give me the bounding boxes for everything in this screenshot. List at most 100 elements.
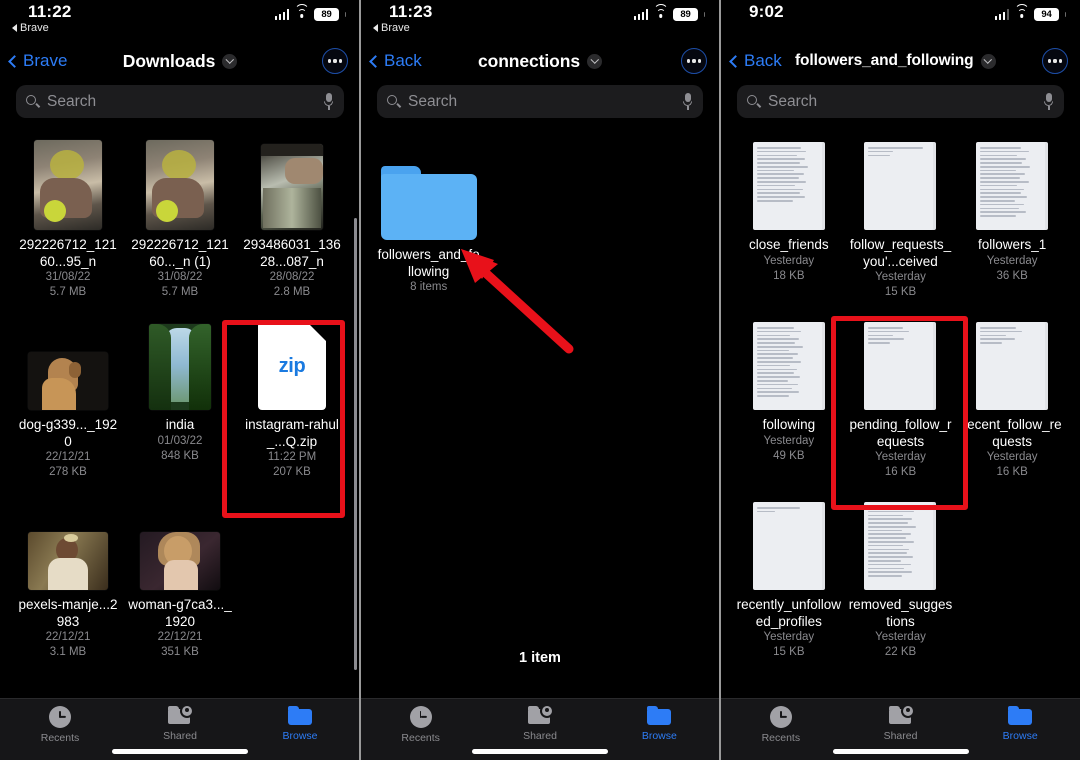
file-item[interactable]: india 01/03/22 848 KB (124, 308, 236, 488)
file-item[interactable]: 292226712_12160...95_n 31/08/22 5.7 MB (12, 128, 124, 308)
file-item[interactable]: recently_unfollowed_profiles Yesterday 1… (733, 488, 845, 668)
status-back-app[interactable]: Brave (12, 22, 49, 34)
battery-tip-icon (344, 12, 346, 17)
file-item-pending-follow-requests[interactable]: pending_follow_requests Yesterday 16 KB (845, 308, 957, 488)
search-icon (747, 95, 762, 108)
tab-label: Browse (641, 730, 677, 742)
file-item[interactable]: removed_suggestions Yesterday 22 KB (845, 488, 957, 668)
more-options-button[interactable] (322, 48, 348, 74)
file-size: 15 KB (773, 646, 805, 658)
search-bar[interactable]: Search (737, 85, 1064, 118)
file-size: 351 KB (161, 646, 199, 658)
nav-back-button[interactable]: Back (729, 51, 782, 71)
tab-browse[interactable]: Browse (240, 706, 360, 742)
file-thumbnail (28, 318, 108, 410)
tab-recents[interactable]: Recents (0, 706, 120, 744)
cellular-signal-icon (274, 9, 289, 20)
file-name: 292226712_12160..._n (1) (131, 237, 229, 269)
document-thumbnail-icon (864, 322, 937, 410)
file-date: Yesterday (875, 631, 926, 643)
file-size: 49 KB (773, 449, 805, 462)
file-name: removed_suggestions (848, 597, 953, 629)
tab-label: Browse (1002, 730, 1038, 742)
file-item[interactable]: 293486031_13628...087_n 28/08/22 2.8 MB (236, 128, 348, 308)
tab-recents[interactable]: Recents (721, 706, 841, 744)
search-input[interactable]: Search (408, 93, 674, 111)
file-name: followers_1 (978, 237, 1047, 252)
file-size: 848 KB (161, 449, 199, 462)
folder-name: followers_and_following (377, 247, 480, 279)
nav-back-button[interactable]: Brave (8, 51, 68, 71)
file-item[interactable]: close_friends Yesterday 18 KB (733, 128, 845, 308)
page-title: Downloads (122, 50, 216, 71)
file-name: recently_unfollowed_profiles (736, 597, 841, 629)
microphone-icon[interactable] (1043, 93, 1054, 110)
microphone-icon[interactable] (682, 93, 693, 110)
battery-level: 94 (1034, 8, 1059, 21)
status-indicators: 94 (994, 4, 1066, 21)
phone-panel-connections: 11:23 Brave 89 Back connections Search f… (361, 0, 719, 760)
file-date: 28/08/22 (269, 271, 315, 283)
folder-item[interactable]: followers_and_following 8 items (373, 138, 484, 303)
tab-shared[interactable]: Shared (120, 706, 240, 742)
more-options-button[interactable] (681, 48, 707, 74)
search-container: Search (721, 82, 1080, 128)
file-item[interactable]: recent_follow_requests Yesterday 16 KB (956, 308, 1068, 488)
file-item[interactable]: pexels-manje...2983 22/12/21 3.1 MB (12, 488, 124, 668)
vertical-scrollbar[interactable] (354, 218, 357, 670)
file-thumbnail (752, 138, 825, 230)
file-item[interactable]: following Yesterday 49 KB (733, 308, 845, 488)
more-options-button[interactable] (1042, 48, 1068, 74)
search-container: Search (361, 82, 719, 128)
nav-back-button[interactable]: Back (369, 51, 422, 71)
nav-bar: Brave Downloads (0, 40, 360, 82)
tab-recents[interactable]: Recents (361, 706, 480, 744)
wifi-icon (294, 4, 309, 20)
tab-browse[interactable]: Browse (960, 706, 1080, 742)
file-date: 22/12/21 (157, 631, 203, 643)
file-item[interactable]: woman-g7ca3..._1920 22/12/21 351 KB (124, 488, 236, 668)
screenshot-stage: 11:22 Brave 89 Brave Downloads Search 29… (0, 0, 1080, 760)
tab-shared[interactable]: Shared (841, 706, 961, 742)
file-date: Yesterday (763, 631, 815, 643)
status-indicators: 89 (633, 4, 705, 21)
file-name: following (762, 417, 816, 432)
file-date: Yesterday (986, 254, 1038, 267)
file-name: close_friends (749, 237, 829, 252)
file-name: instagram-rahul_...Q.zip (245, 417, 339, 449)
microphone-icon[interactable] (323, 93, 334, 110)
file-size: 36 KB (996, 269, 1028, 282)
nav-back-label: Brave (23, 51, 68, 70)
chevron-down-icon[interactable] (980, 53, 996, 69)
search-bar[interactable]: Search (377, 85, 703, 118)
file-name: recent_follow_requests (962, 417, 1062, 449)
file-date: 31/08/22 (45, 271, 91, 283)
search-container: Search (0, 82, 360, 128)
file-date: Yesterday (986, 451, 1038, 463)
zip-file-icon: zip (258, 322, 326, 410)
chevron-down-icon[interactable] (222, 53, 238, 69)
chevron-down-icon[interactable] (586, 53, 602, 69)
clock-icon (409, 706, 432, 728)
file-name: india (165, 417, 195, 432)
phone-panel-followers-and-following: 9:02 94 Back followers_and_following Sea… (721, 0, 1080, 760)
file-item[interactable]: 292226712_12160..._n (1) 31/08/22 5.7 MB (124, 128, 236, 308)
file-date: 01/03/22 (157, 434, 203, 447)
file-item-zip[interactable]: zip instagram-rahul_...Q.zip 11:22 PM 20… (236, 308, 348, 488)
file-item[interactable]: dog-g339..._1920 22/12/21 278 KB (12, 308, 124, 488)
search-icon (26, 95, 41, 108)
search-bar[interactable]: Search (16, 85, 344, 118)
battery-level: 89 (673, 8, 698, 21)
file-thumbnail (261, 138, 323, 230)
file-item[interactable]: followers_1 Yesterday 36 KB (956, 128, 1068, 308)
nav-title-group: followers_and_following (795, 52, 1080, 70)
status-back-app[interactable]: Brave (373, 22, 410, 34)
tab-shared[interactable]: Shared (480, 706, 599, 742)
search-input[interactable]: Search (47, 93, 315, 111)
home-indicator (832, 749, 969, 754)
file-item[interactable]: follow_requests_you'...ceived Yesterday … (845, 128, 957, 308)
search-input[interactable]: Search (768, 93, 1035, 111)
chevron-left-icon (729, 54, 742, 68)
file-size: 278 KB (49, 466, 87, 478)
tab-browse[interactable]: Browse (600, 706, 719, 742)
